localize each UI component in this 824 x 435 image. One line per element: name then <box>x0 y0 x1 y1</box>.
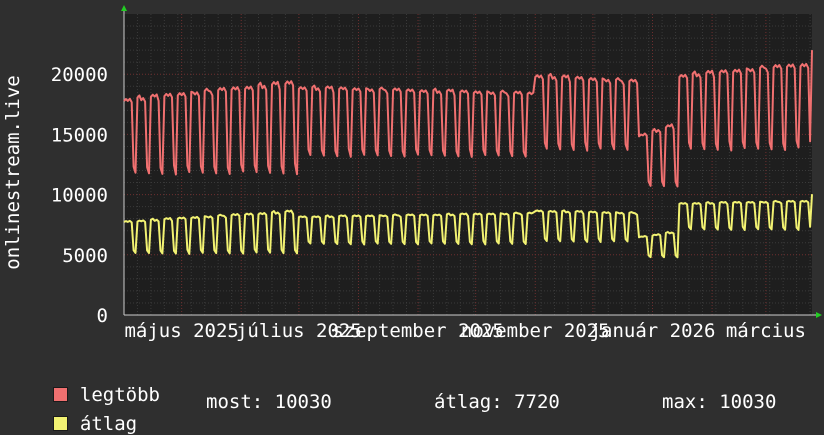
x-tick-label: május 2025 <box>124 320 238 342</box>
y-tick-label: 20000 <box>51 64 108 86</box>
legend-swatch-avg <box>52 416 68 431</box>
stat-now: most: 10030 <box>206 391 332 413</box>
legend-label-avg: átlag <box>79 413 138 435</box>
y-tick-label: 0 <box>97 305 108 327</box>
y-tick-label: 10000 <box>51 185 108 207</box>
y-axis-arrow-icon <box>121 5 127 11</box>
x-tick-label: január 2026 <box>590 320 716 342</box>
x-tick-label: november 2025 <box>461 320 610 342</box>
x-axis-arrow-icon <box>816 312 822 318</box>
chart: 05000100001500020000május 2025július 202… <box>2 5 822 342</box>
y-axis-label: onlinestream.live <box>2 75 24 269</box>
y-tick-label: 5000 <box>62 245 108 267</box>
stat-max: max: 10030 <box>662 391 777 413</box>
stat-avg: átlag: 7720 <box>434 391 560 413</box>
y-tick-label: 15000 <box>51 124 108 146</box>
legend-item-avg: átlag <box>30 391 137 435</box>
x-tick-label: március <box>726 320 806 342</box>
